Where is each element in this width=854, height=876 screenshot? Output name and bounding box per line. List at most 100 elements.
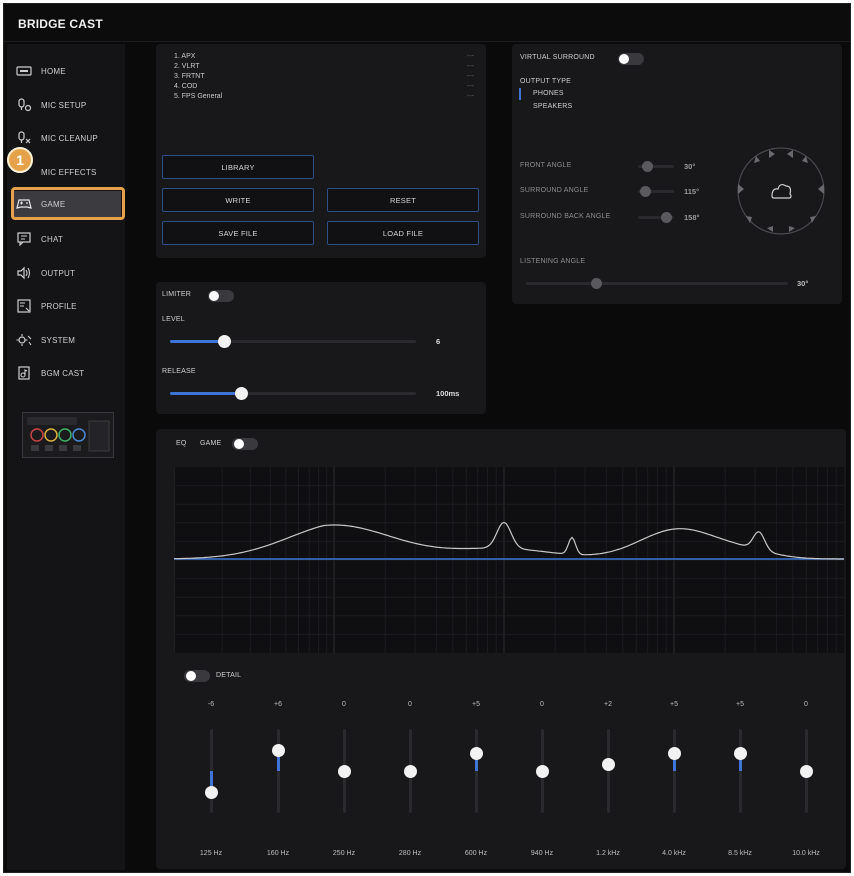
- preset-status: ---: [467, 83, 474, 90]
- speaker-icon: [16, 266, 32, 280]
- eq-band-thumb[interactable]: [470, 747, 483, 760]
- app-title: BRIDGE CAST: [18, 17, 103, 31]
- sidebar-item-home[interactable]: HOME: [11, 58, 121, 84]
- device-thumbnail: [22, 412, 114, 458]
- eq-band-slider[interactable]: [338, 729, 351, 813]
- save-file-button[interactable]: SAVE FILE: [162, 221, 314, 245]
- eq-band-gain: +5: [472, 701, 480, 708]
- output-type-label: OUTPUT TYPE: [520, 78, 571, 85]
- eq-band-gain: 0: [408, 701, 412, 708]
- detail-toggle[interactable]: [184, 670, 210, 682]
- surround-back-angle-thumb[interactable]: [661, 212, 673, 223]
- eq-band-slider[interactable]: [668, 729, 681, 813]
- sidebar-item-system[interactable]: SYSTEM: [11, 327, 121, 353]
- preset-item[interactable]: 2. VLRT ---: [174, 62, 474, 72]
- eq-source-label: GAME: [200, 440, 222, 447]
- eq-band-slider[interactable]: [470, 729, 483, 813]
- eq-band-slider[interactable]: [205, 729, 218, 813]
- eq-band-thumb[interactable]: [338, 764, 351, 778]
- eq-band-frequency: 8.5 kHz: [728, 850, 752, 857]
- detail-label: DETAIL: [216, 672, 242, 679]
- eq-curve-chart: [174, 467, 844, 653]
- listening-angle-thumb[interactable]: [591, 278, 603, 289]
- eq-band-thumb[interactable]: [800, 764, 813, 778]
- eq-band-thumb[interactable]: [272, 743, 285, 757]
- preset-list: 1. APX --- 2. VLRT --- 3. FRTNT --- 4. COD -…: [174, 52, 474, 102]
- eq-label: EQ: [176, 440, 187, 447]
- limiter-panel: LIMITER LEVEL 6 RELEASE 100ms: [156, 282, 486, 414]
- release-slider-track[interactable]: [170, 392, 416, 395]
- release-slider-thumb[interactable]: [234, 387, 248, 400]
- listening-angle-value: 30°: [797, 279, 809, 288]
- surround-angle-thumb[interactable]: [639, 186, 651, 197]
- sidebar-item-label: CHAT: [41, 234, 63, 244]
- eq-band-thumb[interactable]: [536, 764, 549, 778]
- eq-toggle[interactable]: [232, 438, 258, 450]
- profile-icon: [16, 299, 32, 313]
- reset-button[interactable]: RESET: [327, 188, 479, 212]
- eq-band-thumb[interactable]: [404, 764, 417, 778]
- virtual-surround-panel: VIRTUAL SURROUND OUTPUT TYPE PHONES SPEA…: [512, 44, 842, 304]
- sidebar-item-label: MIC SETUP: [41, 100, 87, 110]
- output-speakers-option[interactable]: SPEAKERS: [533, 103, 572, 110]
- eq-band-frequency: 1.2 kHz: [596, 850, 620, 857]
- preset-status: ---: [467, 53, 474, 60]
- preset-item[interactable]: 5. FPS General ---: [174, 92, 474, 102]
- eq-band-gain: +5: [670, 701, 678, 708]
- chat-icon: [16, 232, 32, 246]
- eq-band-slider[interactable]: [404, 729, 417, 813]
- preset-item[interactable]: 4. COD ---: [174, 82, 474, 92]
- eq-band-slider[interactable]: [272, 729, 285, 813]
- front-angle-thumb[interactable]: [641, 161, 653, 172]
- eq-response-graph: [174, 467, 844, 653]
- eq-band-frequency: 4.0 kHz: [662, 850, 686, 857]
- preset-name: 4. COD: [174, 83, 198, 90]
- sidebar-item-output[interactable]: OUTPUT: [11, 260, 121, 286]
- eq-band-frequency: 940 Hz: [530, 850, 554, 857]
- eq-band-slider[interactable]: [734, 729, 747, 813]
- surround-angle-label: SURROUND ANGLE: [520, 187, 589, 194]
- write-button[interactable]: WRITE: [162, 188, 314, 212]
- sidebar-item-bgm-cast[interactable]: BGM CAST: [11, 360, 121, 386]
- sidebar-item-chat[interactable]: CHAT: [11, 226, 121, 252]
- level-label: LEVEL: [162, 316, 185, 323]
- eq-band-gain: +6: [274, 701, 282, 708]
- preset-status: ---: [467, 63, 474, 70]
- sidebar-item-label: PROFILE: [41, 301, 77, 311]
- highlight-game: [11, 187, 125, 220]
- sidebar-item-label: OUTPUT: [41, 268, 76, 278]
- listening-angle-slider[interactable]: [526, 282, 788, 285]
- sidebar-item-label: BGM CAST: [41, 368, 85, 378]
- eq-band-slider[interactable]: [800, 729, 813, 813]
- front-angle-label: FRONT ANGLE: [520, 162, 572, 169]
- eq-band-thumb[interactable]: [668, 747, 681, 760]
- eq-band-gain: -6: [207, 701, 215, 708]
- eq-band-slider[interactable]: [536, 729, 549, 813]
- sidebar-item-profile[interactable]: PROFILE: [11, 293, 121, 319]
- limiter-toggle[interactable]: [208, 290, 234, 302]
- virtual-surround-toggle[interactable]: [618, 53, 644, 65]
- eq-band-gain: 0: [540, 701, 544, 708]
- sidebar-item-mic-cleanup[interactable]: MIC CLEANUP: [11, 125, 121, 151]
- eq-band-thumb[interactable]: [602, 757, 615, 771]
- sidebar-item-mic-setup[interactable]: MIC SETUP: [11, 92, 121, 118]
- preset-name: 1. APX: [174, 53, 196, 60]
- eq-band-thumb[interactable]: [205, 785, 218, 799]
- mic-setup-icon: [16, 98, 32, 112]
- level-slider-thumb[interactable]: [217, 335, 231, 348]
- level-slider-track[interactable]: [170, 340, 416, 343]
- preset-item[interactable]: 3. FRTNT ---: [174, 72, 474, 82]
- preset-item[interactable]: 1. APX ---: [174, 52, 474, 62]
- mic-cleanup-icon: [16, 131, 32, 145]
- output-type-selected-marker: [519, 88, 521, 100]
- eq-band-gain: 0: [804, 701, 808, 708]
- release-label: RELEASE: [162, 368, 196, 375]
- output-phones-option[interactable]: PHONES: [533, 90, 564, 97]
- eq-band-frequency: 600 Hz: [464, 850, 488, 857]
- eq-band-slider[interactable]: [602, 729, 615, 813]
- load-file-button[interactable]: LOAD FILE: [327, 221, 479, 245]
- library-button[interactable]: LIBRARY: [162, 155, 314, 179]
- surround-back-angle-value: 158°: [684, 213, 700, 222]
- listening-angle-label: LISTENING ANGLE: [520, 258, 586, 265]
- eq-band-thumb[interactable]: [734, 747, 747, 760]
